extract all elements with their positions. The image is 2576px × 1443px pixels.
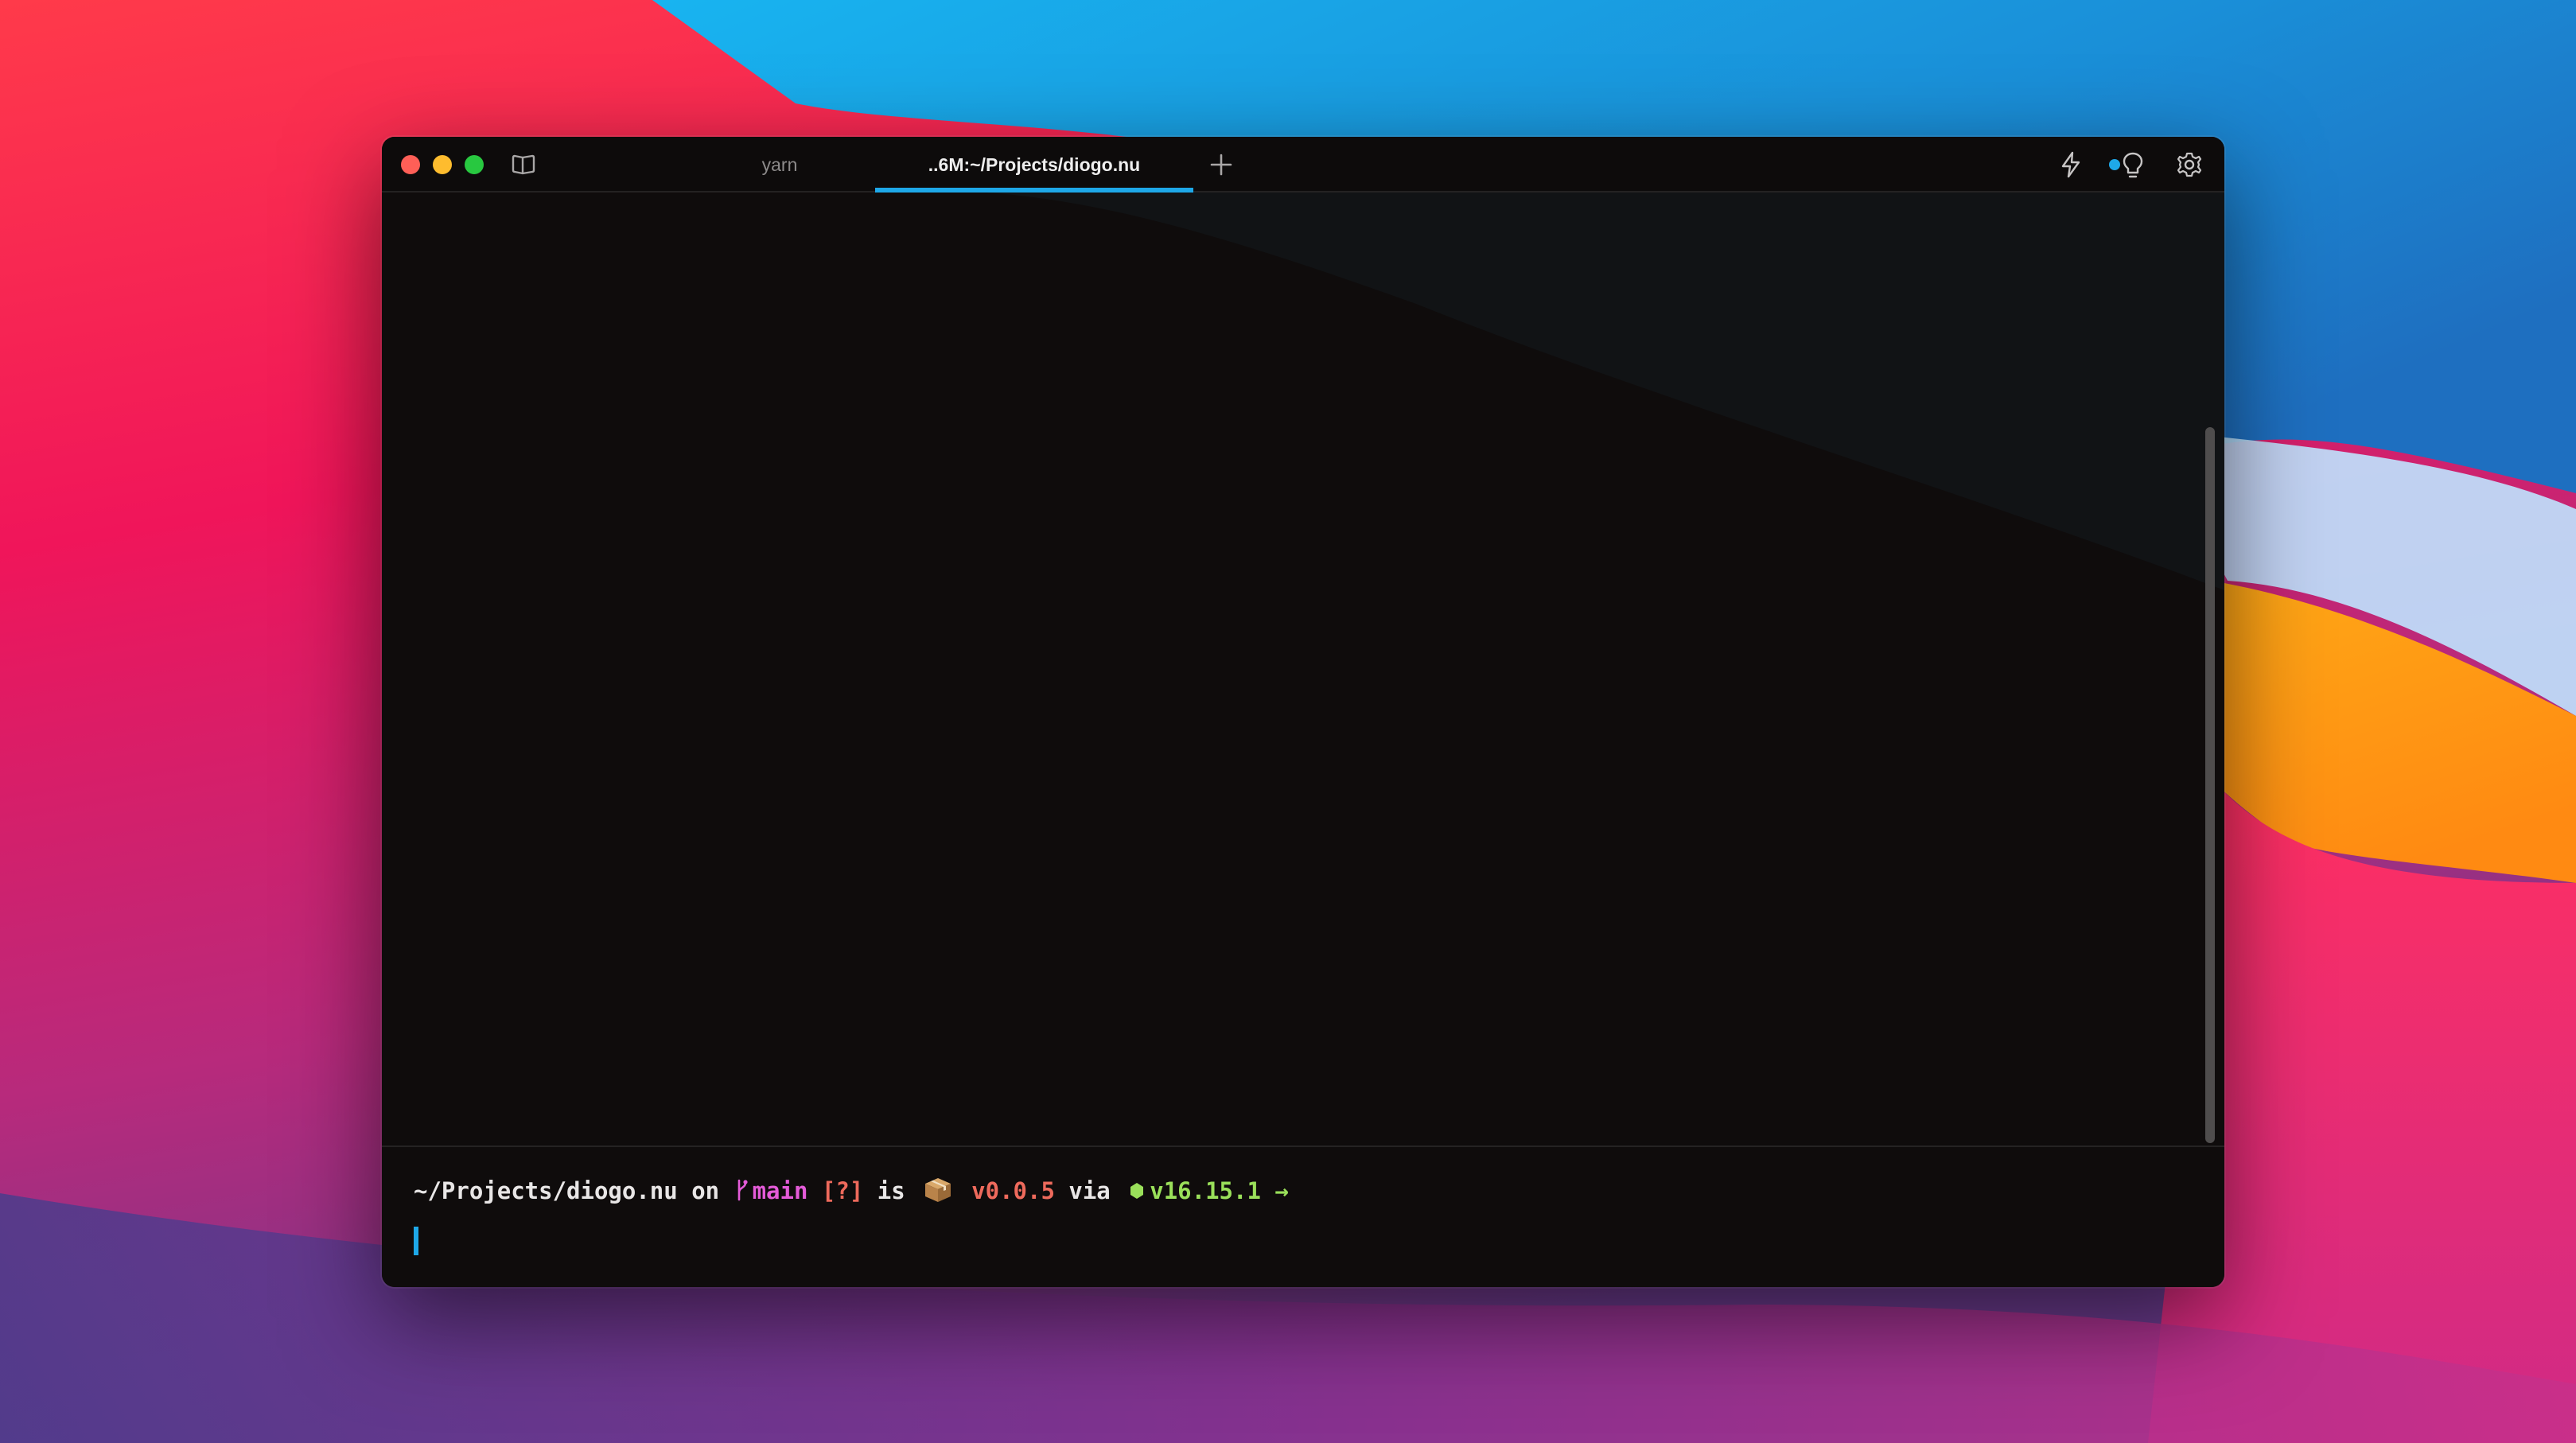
- node-icon: [1130, 1183, 1144, 1199]
- status-dot: [2109, 159, 2120, 170]
- sidebar-icon[interactable]: [511, 153, 536, 177]
- prompt-package-version: v0.0.5: [971, 1177, 1055, 1204]
- minimize-button[interactable]: [433, 155, 452, 174]
- prompt-path: ~/Projects/diogo.nu: [414, 1177, 678, 1204]
- prompt-is: is: [877, 1177, 905, 1204]
- prompt-git-status: [?]: [821, 1177, 864, 1204]
- scrollbar-thumb[interactable]: [2205, 427, 2215, 1143]
- branch-icon: [737, 1179, 748, 1201]
- prompt-on: on: [691, 1177, 720, 1204]
- prompt-node-version: v16.15.1: [1150, 1177, 1261, 1204]
- tab-label: ..6M:~/Projects/diogo.nu: [928, 154, 1141, 175]
- tab-label: yarn: [761, 154, 798, 175]
- close-button[interactable]: [401, 155, 420, 174]
- gear-icon[interactable]: [2176, 151, 2203, 178]
- active-tab-indicator: [875, 188, 1193, 193]
- prompt-branch: main: [752, 1177, 808, 1204]
- text-cursor[interactable]: [414, 1227, 418, 1255]
- shell-prompt: ~/Projects/diogo.nu on main [?] is v0.0.…: [414, 1171, 1289, 1211]
- input-divider: [382, 1145, 2224, 1147]
- package-icon: [925, 1178, 951, 1202]
- prompt-via: via: [1068, 1177, 1111, 1204]
- maximize-button[interactable]: [465, 155, 484, 174]
- lightbulb-icon[interactable]: [2121, 151, 2145, 180]
- lightning-icon[interactable]: [2059, 151, 2083, 178]
- terminal-window: yarn ..6M:~/Projects/diogo.nu ~/Projects…: [382, 137, 2224, 1287]
- plus-icon[interactable]: [1209, 153, 1233, 177]
- prompt-arrow: →: [1274, 1177, 1289, 1204]
- terminal-background: [382, 193, 2224, 1287]
- tab-diogo-nu[interactable]: ..6M:~/Projects/diogo.nu: [875, 137, 1193, 193]
- title-bar: yarn ..6M:~/Projects/diogo.nu: [382, 137, 2224, 193]
